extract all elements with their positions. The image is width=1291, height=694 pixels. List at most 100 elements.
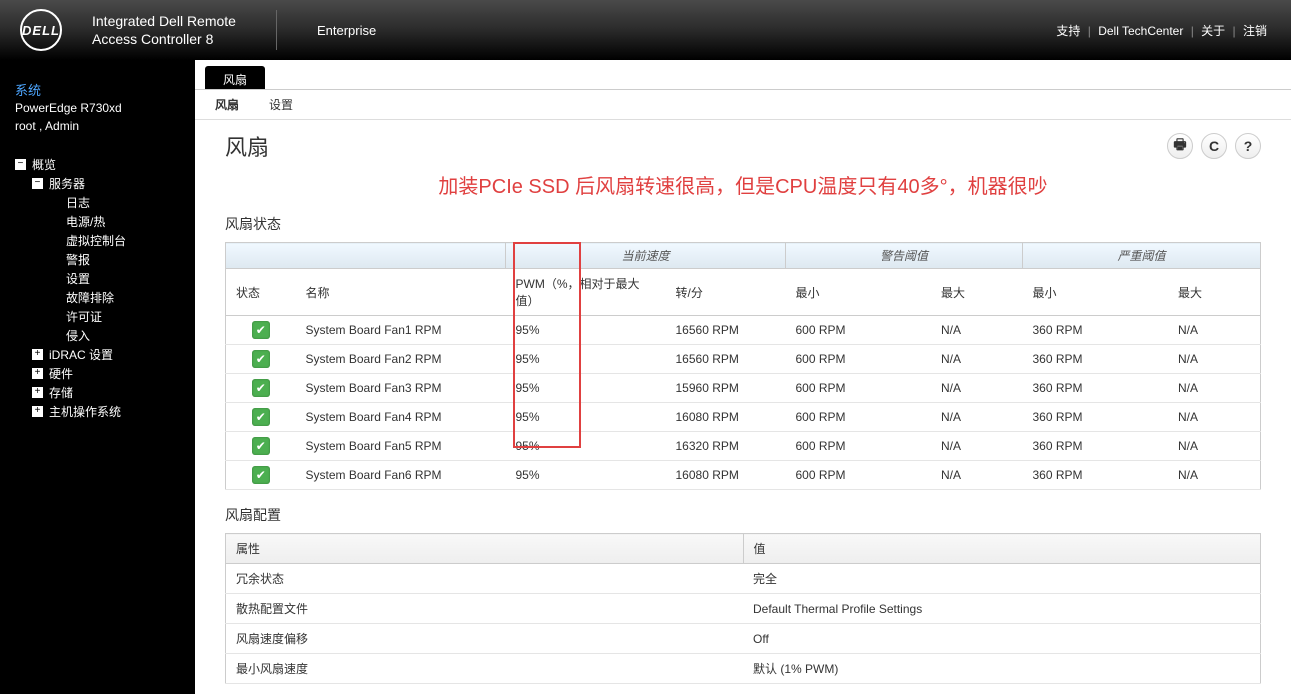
cell-crit-max: N/A xyxy=(1168,403,1261,432)
main-tabs: 风扇 xyxy=(195,60,1291,90)
tree-license[interactable]: 许可证 xyxy=(0,307,195,326)
tree-troubleshoot[interactable]: 故障排除 xyxy=(0,288,195,307)
system-info-block: 系统 PowerEdge R730xd root , Admin xyxy=(0,80,195,145)
page-title: 风扇 xyxy=(225,130,269,162)
tab-fans[interactable]: 风扇 xyxy=(205,66,265,89)
cell-warn-min: 600 RPM xyxy=(786,403,932,432)
print-icon: 🖶 xyxy=(1173,134,1186,158)
table-row: ✔System Board Fan3 RPM95%15960 RPM600 RP… xyxy=(226,374,1261,403)
collapse-icon[interactable]: − xyxy=(15,159,26,170)
tree-logs[interactable]: 日志 xyxy=(0,193,195,212)
table-row: ✔System Board Fan2 RPM95%16560 RPM600 RP… xyxy=(226,345,1261,374)
status-ok-icon: ✔ xyxy=(252,379,270,397)
support-link[interactable]: 支持 xyxy=(1056,24,1080,38)
subtab-fans[interactable]: 风扇 xyxy=(215,96,239,113)
cell-warn-max: N/A xyxy=(931,374,1022,403)
status-ok-icon: ✔ xyxy=(252,437,270,455)
sidebar: 系统 PowerEdge R730xd root , Admin −概览 −服务… xyxy=(0,60,195,694)
techcenter-link[interactable]: Dell TechCenter xyxy=(1098,24,1183,38)
tree-hardware[interactable]: +硬件 xyxy=(0,364,195,383)
cell-rpm: 16560 RPM xyxy=(666,345,786,374)
refresh-button[interactable]: C xyxy=(1201,133,1227,159)
status-ok-icon: ✔ xyxy=(252,350,270,368)
tree-alerts[interactable]: 警报 xyxy=(0,250,195,269)
refresh-icon: C xyxy=(1209,138,1219,154)
system-label[interactable]: 系统 xyxy=(15,80,180,99)
cell-crit-max: N/A xyxy=(1168,432,1261,461)
group-blank xyxy=(226,243,506,269)
help-icon: ? xyxy=(1244,138,1253,154)
cell-rpm: 16080 RPM xyxy=(666,461,786,490)
cell-warn-max: N/A xyxy=(931,316,1022,345)
cell-warn-min: 600 RPM xyxy=(786,461,932,490)
cell-rpm: 16080 RPM xyxy=(666,403,786,432)
cell-name: System Board Fan1 RPM xyxy=(296,316,506,345)
tree-storage[interactable]: +存储 xyxy=(0,383,195,402)
separator: | xyxy=(1191,24,1194,38)
expand-icon[interactable]: + xyxy=(32,387,43,398)
system-user: root , Admin xyxy=(15,117,180,135)
cell-crit-min: 360 RPM xyxy=(1022,374,1168,403)
cell-pwm: 95% xyxy=(506,403,666,432)
tree-overview[interactable]: −概览 xyxy=(0,155,195,174)
col-rpm: 转/分 xyxy=(666,269,786,316)
cell-warn-max: N/A xyxy=(931,345,1022,374)
cell-val: 默认 (1% PWM) xyxy=(743,654,1261,684)
collapse-icon[interactable]: − xyxy=(32,178,43,189)
group-current-speed: 当前速度 xyxy=(506,243,786,269)
tree-intrusion[interactable]: 侵入 xyxy=(0,326,195,345)
annotation-text: 加装PCIe SSD 后风扇转速很高，但是CPU温度只有40多°，机器很吵 xyxy=(225,170,1261,199)
content-area: 风扇 风扇 设置 风扇 🖶 C ? 加装PCIe SSD 后风扇转速很高，但是C… xyxy=(195,60,1291,694)
about-link[interactable]: 关于 xyxy=(1201,24,1225,38)
col-value: 值 xyxy=(743,534,1261,564)
cell-rpm: 16320 RPM xyxy=(666,432,786,461)
help-button[interactable]: ? xyxy=(1235,133,1261,159)
cell-name: System Board Fan5 RPM xyxy=(296,432,506,461)
cell-pwm: 95% xyxy=(506,432,666,461)
group-critical: 严重阈值 xyxy=(1022,243,1260,269)
cell-name: System Board Fan2 RPM xyxy=(296,345,506,374)
col-attribute: 属性 xyxy=(226,534,744,564)
table-row: ✔System Board Fan4 RPM95%16080 RPM600 RP… xyxy=(226,403,1261,432)
cell-val: 完全 xyxy=(743,564,1261,594)
status-ok-icon: ✔ xyxy=(252,466,270,484)
header-links: 支持 | Dell TechCenter | 关于 | 注销 xyxy=(1052,22,1271,39)
expand-icon[interactable]: + xyxy=(32,406,43,417)
print-button[interactable]: 🖶 xyxy=(1167,133,1193,159)
title-line1: Integrated Dell Remote xyxy=(92,12,236,30)
header-bar: DELL Integrated Dell Remote Access Contr… xyxy=(0,0,1291,60)
cell-warn-min: 600 RPM xyxy=(786,316,932,345)
tree-power-thermal[interactable]: 电源/热 xyxy=(0,212,195,231)
cell-rpm: 16560 RPM xyxy=(666,316,786,345)
cell-crit-max: N/A xyxy=(1168,316,1261,345)
table-row: ✔System Board Fan6 RPM95%16080 RPM600 RP… xyxy=(226,461,1261,490)
tree-server[interactable]: −服务器 xyxy=(0,174,195,193)
logout-link[interactable]: 注销 xyxy=(1243,24,1267,38)
expand-icon[interactable]: + xyxy=(32,349,43,360)
fan-config-title: 风扇配置 xyxy=(225,505,1261,525)
tree-settings[interactable]: 设置 xyxy=(0,269,195,288)
tree-idrac-settings[interactable]: +iDRAC 设置 xyxy=(0,345,195,364)
cell-crit-min: 360 RPM xyxy=(1022,461,1168,490)
expand-icon[interactable]: + xyxy=(32,368,43,379)
tree-virtual-console[interactable]: 虚拟控制台 xyxy=(0,231,195,250)
col-warn-min: 最小 xyxy=(786,269,932,316)
cell-warn-max: N/A xyxy=(931,403,1022,432)
cell-attr: 风扇速度偏移 xyxy=(226,624,744,654)
cell-crit-min: 360 RPM xyxy=(1022,345,1168,374)
status-ok-icon: ✔ xyxy=(252,321,270,339)
product-title: Integrated Dell Remote Access Controller… xyxy=(92,12,236,48)
page-body: 风扇 🖶 C ? 加装PCIe SSD 后风扇转速很高，但是CPU温度只有40多… xyxy=(195,120,1291,694)
subtab-settings[interactable]: 设置 xyxy=(269,96,293,113)
col-pwm: PWM（%，相对于最大值） xyxy=(506,269,666,316)
status-ok-icon: ✔ xyxy=(252,408,270,426)
col-status: 状态 xyxy=(226,269,296,316)
table-row: ✔ System Board Fan5 RPM95%16320 RPM600 RP… xyxy=(226,432,1261,461)
nav-tree: −概览 −服务器 日志 电源/热 虚拟控制台 警报 设置 故障排除 许可证 侵入… xyxy=(0,155,195,421)
tree-host-os[interactable]: +主机操作系统 xyxy=(0,402,195,421)
col-crit-max: 最大 xyxy=(1168,269,1261,316)
cell-pwm: 95% xyxy=(506,374,666,403)
cell-pwm: 95% xyxy=(506,316,666,345)
cell-crit-max: N/A xyxy=(1168,374,1261,403)
cell-warn-min: 600 RPM xyxy=(786,432,932,461)
